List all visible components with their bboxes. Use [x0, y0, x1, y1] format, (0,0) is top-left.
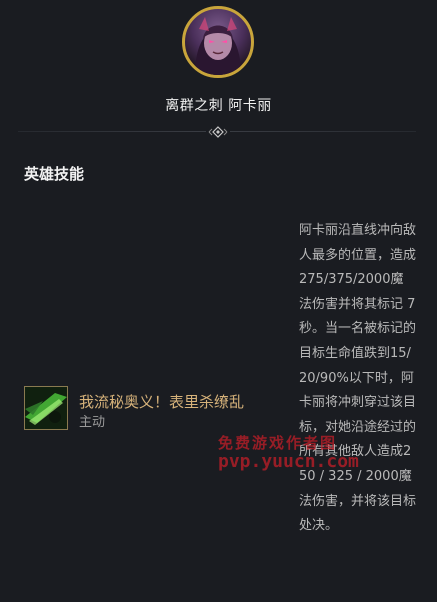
champion-portrait-icon — [195, 17, 241, 75]
section-heading: 英雄技能 — [24, 165, 85, 183]
skill-type: 主动 — [79, 415, 106, 430]
champion-title: 离群之刺 阿卡丽 — [165, 98, 272, 114]
diamond-ornament-icon — [206, 126, 230, 138]
skill-description: 阿卡丽沿直线冲向敌人最多的位置，造成275/375/2000魔法伤害并将其标记 … — [299, 223, 417, 534]
ultimate-skill-icon[interactable] — [24, 386, 68, 430]
skill-art-icon — [25, 387, 67, 429]
champion-portrait — [182, 6, 254, 78]
skill-name: 我流秘奥义！表里杀缭乱 — [79, 393, 245, 411]
